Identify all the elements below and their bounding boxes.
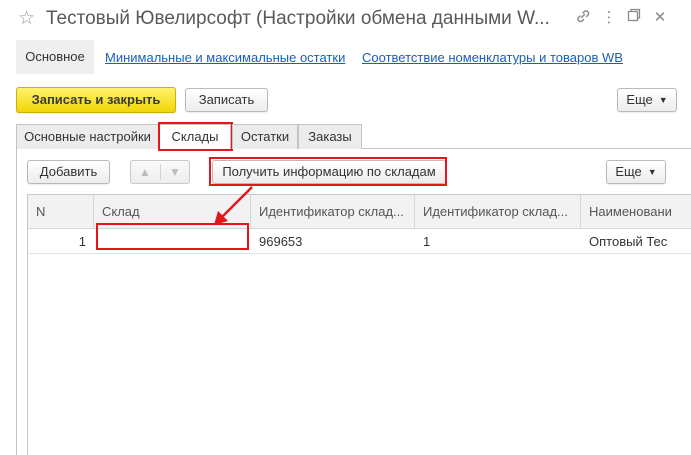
annotation-arrow bbox=[214, 186, 253, 225]
